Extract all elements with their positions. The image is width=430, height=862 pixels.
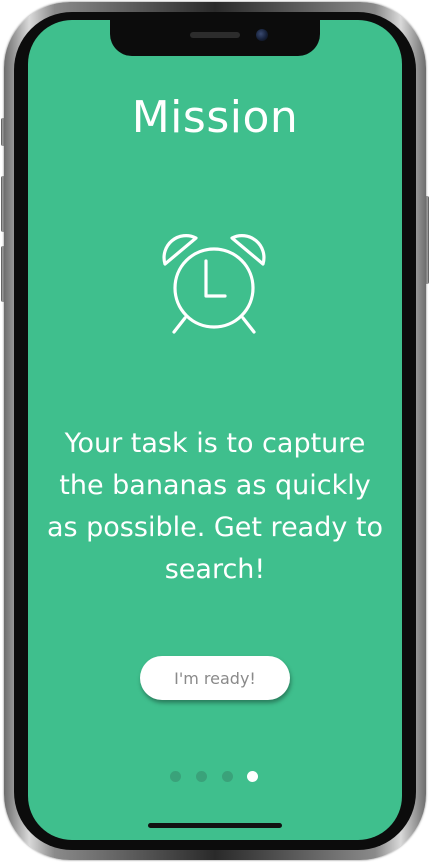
mission-description: Your task is to capture the bananas as q… xyxy=(46,428,384,585)
alarm-clock-icon xyxy=(162,234,266,334)
ready-button[interactable]: I'm ready! xyxy=(140,656,290,700)
front-camera xyxy=(256,29,268,41)
page-dot-4-active[interactable] xyxy=(247,771,258,782)
page-indicator xyxy=(170,771,262,783)
speaker-grille xyxy=(190,32,240,38)
page-title: Mission xyxy=(131,92,299,143)
home-indicator[interactable] xyxy=(148,823,282,828)
page-dot-2[interactable] xyxy=(196,771,207,782)
notch xyxy=(110,20,320,56)
page-dot-1[interactable] xyxy=(170,771,181,782)
device-frame: Mission Your task is to capture the bana… xyxy=(0,0,430,862)
page-dot-3[interactable] xyxy=(222,771,233,782)
